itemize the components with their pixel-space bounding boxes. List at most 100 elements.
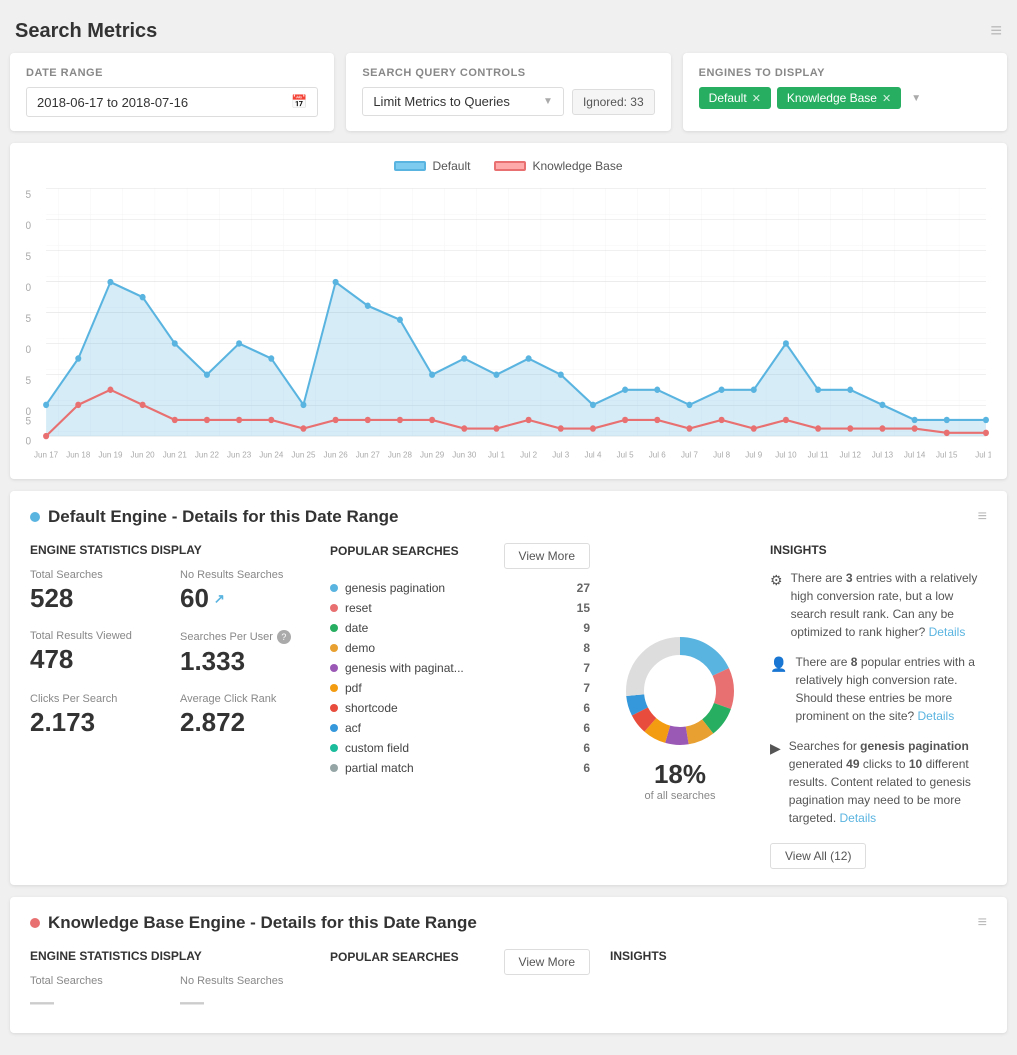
chevron-down-icon: ▼ (543, 96, 553, 107)
kb-popular-title: Popular Searches (330, 950, 459, 964)
insight-item-2: 👤 There are 8 popular entries with a rel… (770, 653, 987, 725)
svg-text:0: 0 (26, 436, 31, 447)
legend-color-knowledge-base (494, 161, 526, 171)
calendar-icon: 📅 (291, 94, 307, 110)
search-query-select[interactable]: Limit Metrics to Queries ▼ (362, 87, 564, 116)
svg-text:Jul 11: Jul 11 (808, 449, 829, 459)
engine-tag-default-label: Default (709, 91, 747, 105)
stats-grid: Total Searches 528 No Results Searches 6… (30, 569, 310, 738)
legend-knowledge-base: Knowledge Base (494, 159, 622, 173)
legend-default-label: Default (432, 159, 470, 173)
svg-text:Jul 7: Jul 7 (681, 449, 698, 459)
engine-tag-knowledge-base[interactable]: Knowledge Base ✕ (777, 87, 901, 109)
ignored-badge: Ignored: 33 (572, 89, 655, 115)
svg-text:Jul 6: Jul 6 (649, 449, 666, 459)
svg-text:30: 30 (26, 283, 31, 294)
knowledge-base-header: Knowledge Base Engine - Details for this… (30, 913, 987, 933)
insight-link-3[interactable]: Details (839, 811, 876, 825)
stat-results-viewed-value: 478 (30, 644, 160, 675)
default-engine-title: Default Engine - Details for this Date R… (30, 507, 398, 527)
insight-link-2[interactable]: Details (918, 709, 955, 723)
svg-text:5: 5 (26, 416, 31, 427)
search-query-card: Search Query Controls Limit Metrics to Q… (346, 53, 670, 131)
engine-tag-knowledge-base-remove[interactable]: ✕ (882, 92, 891, 105)
no-results-link[interactable]: ↗ (214, 591, 225, 607)
stat-results-viewed-label: Total Results Viewed (30, 630, 160, 642)
legend-knowledge-base-label: Knowledge Base (532, 159, 622, 173)
stat-clicks-per-search: Clicks Per Search 2.173 (30, 693, 160, 738)
stat-per-user-value: 1.333 (180, 646, 310, 677)
svg-text:Jun 22: Jun 22 (195, 449, 219, 459)
svg-text:Jul 10: Jul 10 (775, 449, 797, 459)
kb-stat-1: Total Searches — (30, 975, 160, 1017)
svg-text:35: 35 (26, 252, 31, 263)
insight-link-1[interactable]: Details (929, 625, 966, 639)
list-item: custom field 6 (330, 738, 590, 758)
svg-text:Jun 30: Jun 30 (452, 449, 476, 459)
svg-text:Jun 18: Jun 18 (66, 449, 90, 459)
list-item: reset 15 (330, 598, 590, 618)
user-icon: 👤 (770, 654, 787, 675)
date-range-card: Date Range 2018-06-17 to 2018-07-16 📅 (10, 53, 334, 131)
stat-total-searches: Total Searches 528 (30, 569, 160, 614)
list-item: acf 6 (330, 718, 590, 738)
insights-col: Insights ⚙ There are 3 entries with a re… (770, 543, 987, 869)
list-item: demo 8 (330, 638, 590, 658)
svg-text:45: 45 (26, 190, 31, 201)
engine-tag-default-remove[interactable]: ✕ (752, 92, 761, 105)
default-stats-col: Engine Statistics display Total Searches… (30, 543, 310, 869)
svg-text:Jul 8: Jul 8 (713, 449, 730, 459)
default-engine-menu[interactable]: ≡ (978, 508, 987, 526)
svg-text:Jul 14: Jul 14 (904, 449, 926, 459)
engine-tag-default[interactable]: Default ✕ (699, 87, 771, 109)
svg-text:Jun 23: Jun 23 (227, 449, 251, 459)
svg-text:Jun 17: Jun 17 (34, 449, 58, 459)
donut-subtitle: of all searches (645, 790, 716, 802)
insight-item-1: ⚙ There are 3 entries with a relatively … (770, 569, 987, 641)
donut-chart-col: 18% of all searches (610, 543, 750, 869)
list-item: pdf 7 (330, 678, 590, 698)
popular-list: genesis pagination 27 reset 15 date 9 de… (330, 578, 590, 778)
stat-no-results: No Results Searches 60 ↗ (180, 569, 310, 614)
arrow-icon: ▶ (770, 738, 781, 759)
legend-color-default (394, 161, 426, 171)
donut-percentage: 18% (654, 759, 706, 790)
insight-item-3: ▶ Searches for genesis pagination genera… (770, 737, 987, 827)
engine-add-dropdown[interactable]: ▼ (911, 93, 921, 104)
svg-text:20: 20 (26, 345, 31, 356)
svg-text:Jul 5: Jul 5 (617, 449, 634, 459)
donut-chart (620, 631, 740, 751)
view-all-button[interactable]: View All (12) (770, 843, 866, 869)
menu-icon[interactable]: ≡ (990, 20, 1002, 43)
view-more-button[interactable]: View More (504, 543, 590, 569)
svg-text:Jul 2: Jul 2 (520, 449, 537, 459)
insight-text-2: There are 8 popular entries with a relat… (795, 653, 987, 725)
default-engine-section: Default Engine - Details for this Date R… (10, 491, 1007, 885)
popular-searches-col: Popular Searches View More genesis pagin… (330, 543, 590, 869)
knowledge-base-title: Knowledge Base Engine - Details for this… (30, 913, 477, 933)
svg-text:Jul 15: Jul 15 (936, 449, 958, 459)
kb-view-more-button[interactable]: View More (504, 949, 590, 975)
default-engine-header: Default Engine - Details for this Date R… (30, 507, 987, 527)
insight-text-3: Searches for genesis pagination generate… (789, 737, 987, 827)
svg-text:Jun 28: Jun 28 (388, 449, 412, 459)
svg-text:Jun 19: Jun 19 (98, 449, 122, 459)
svg-text:Jun 26: Jun 26 (324, 449, 348, 459)
stat-per-user-label: Searches Per User ? (180, 630, 310, 644)
stat-avg-click-rank-value: 2.872 (180, 707, 310, 738)
kb-stats-grid: Total Searches — No Results Searches — (30, 975, 310, 1017)
knowledge-base-menu[interactable]: ≡ (978, 914, 987, 932)
list-item: shortcode 6 (330, 698, 590, 718)
knowledge-base-title-text: Knowledge Base Engine - Details for this… (48, 913, 477, 933)
default-engine-title-text: Default Engine - Details for this Date R… (48, 507, 398, 527)
date-range-input[interactable]: 2018-06-17 to 2018-07-16 📅 (26, 87, 318, 117)
popular-title: Popular Searches (330, 544, 459, 558)
help-icon[interactable]: ? (277, 630, 291, 644)
search-query-selected: Limit Metrics to Queries (373, 94, 543, 109)
stat-no-results-label: No Results Searches (180, 569, 310, 581)
svg-text:Jun 21: Jun 21 (163, 449, 187, 459)
stat-total-searches-label: Total Searches (30, 569, 160, 581)
engines-label: Engines to display (699, 67, 991, 79)
default-stats-title: Engine Statistics display (30, 543, 310, 557)
knowledge-base-dot (30, 918, 40, 928)
